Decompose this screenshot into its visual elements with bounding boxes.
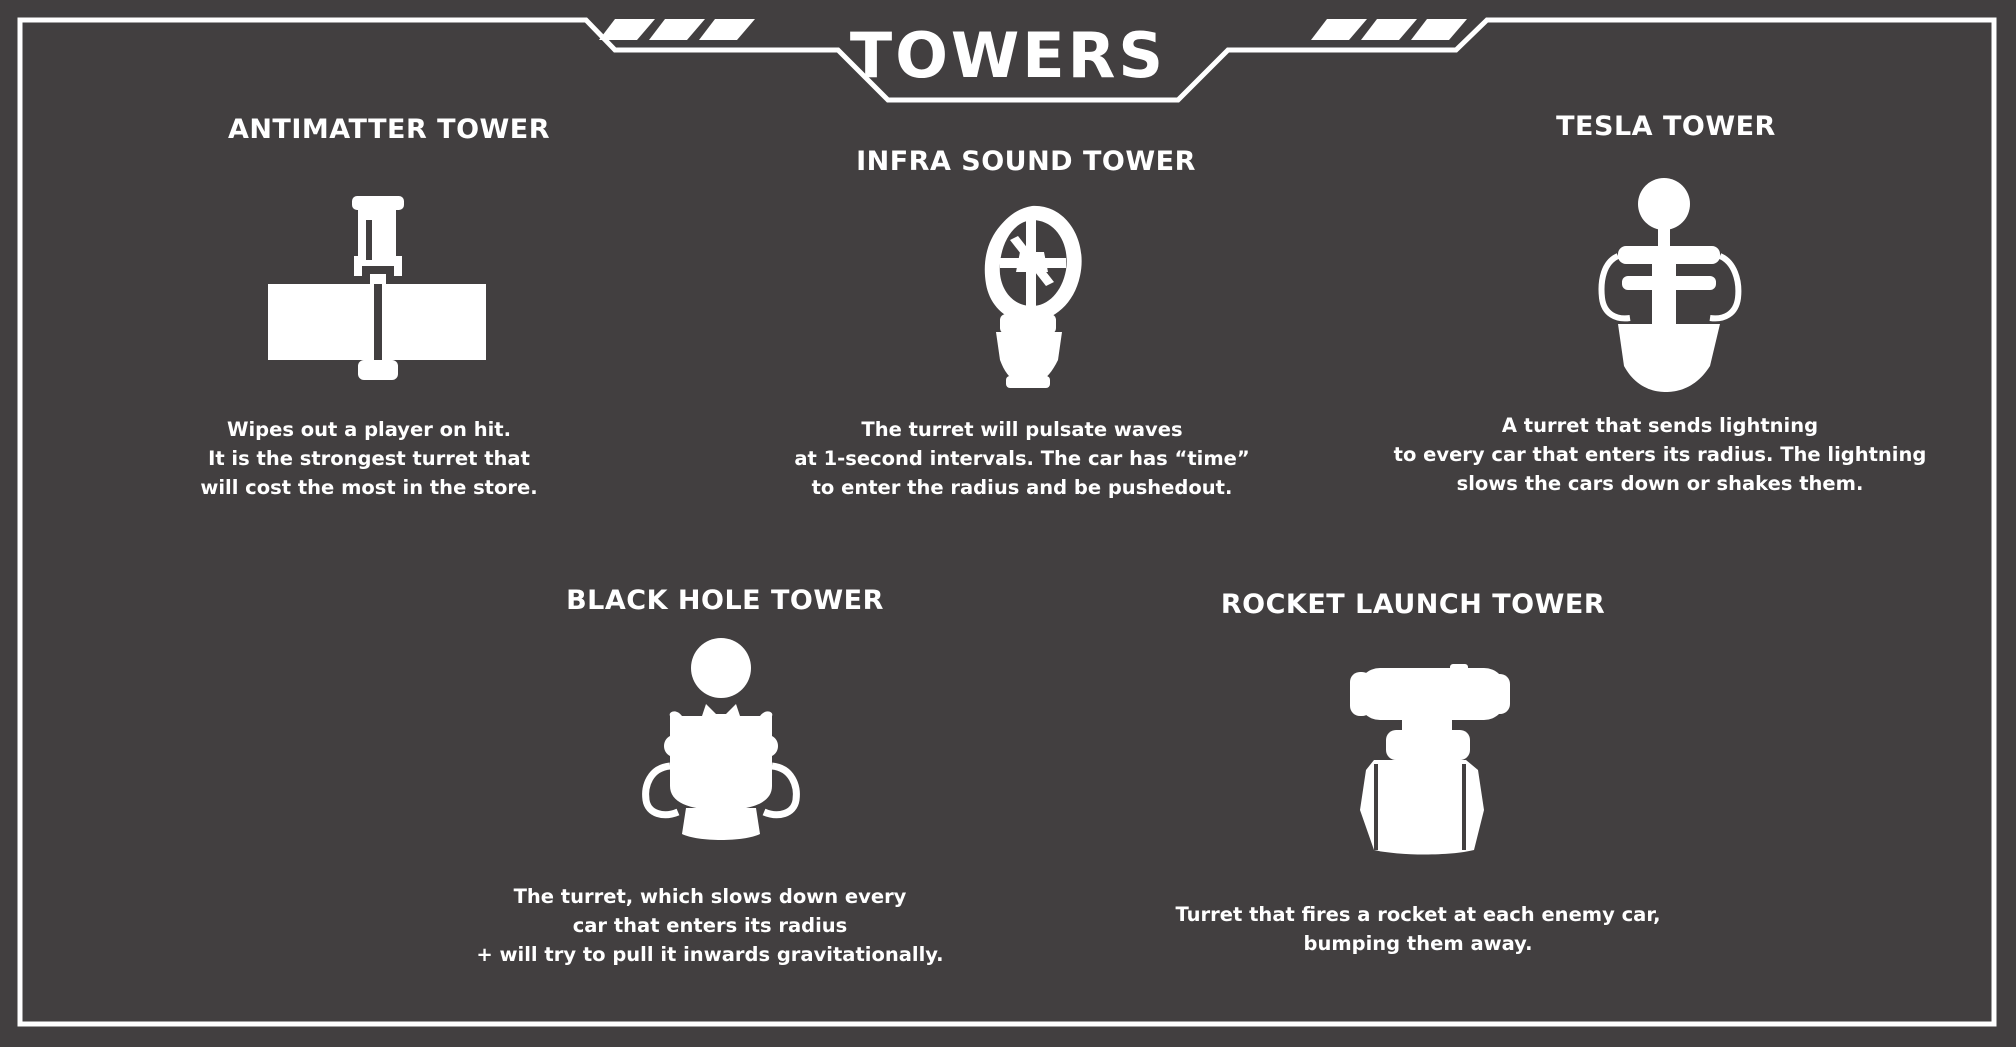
black-hole-tower-description: The turret, which slows down every car t…: [460, 882, 960, 969]
infra-sound-tower-description: The turret will pulsate waves at 1-secon…: [772, 415, 1272, 502]
description-line: + will try to pull it inwards gravitatio…: [476, 943, 944, 966]
description-line: Wipes out a player on hit.: [226, 418, 512, 441]
antimatter-tower-title: ANTIMATTER TOWER: [227, 114, 551, 145]
antimatter-tower-icon: [268, 196, 486, 380]
black-hole-tower-icon: [642, 638, 800, 840]
description-line: The turret will pulsate waves: [861, 418, 1183, 441]
description-line: bumping them away.: [1303, 932, 1533, 955]
rocket-launch-tower-title: ROCKET LAUNCH TOWER: [1220, 589, 1606, 620]
tesla-tower-title: TESLA TOWER: [1556, 111, 1776, 142]
description-line: at 1-second intervals. The car has “time…: [794, 447, 1250, 470]
rocket-launch-tower-icon: [1350, 664, 1510, 855]
description-line: slows the cars down or shakes them.: [1456, 472, 1864, 495]
description-line: to every car that enters its radius. The…: [1393, 443, 1927, 466]
description-line: The turret, which slows down every: [513, 885, 907, 908]
description-line: It is the strongest turret that: [208, 447, 530, 470]
rocket-launch-tower-description: Turret that fires a rocket at each enemy…: [1118, 900, 1718, 958]
description-line: A turret that sends lightning: [1501, 414, 1819, 437]
towers-screen: TOWERS ANTIMATTER TOWER Wipes out a play…: [0, 0, 2016, 1047]
infra-sound-tower-icon: [984, 205, 1082, 388]
tesla-tower-description: A turret that sends lightning to every c…: [1360, 411, 1960, 498]
description-line: to enter the radius and be pushedout.: [811, 476, 1233, 499]
description-line: will cost the most in the store.: [200, 476, 538, 499]
description-line: car that enters its radius: [572, 914, 848, 937]
description-line: Turret that fires a rocket at each enemy…: [1175, 903, 1661, 926]
tesla-tower-icon: [1598, 178, 1742, 392]
black-hole-tower-title: BLACK HOLE TOWER: [566, 585, 884, 616]
infra-sound-tower-title: INFRA SOUND TOWER: [856, 146, 1196, 177]
antimatter-tower-description: Wipes out a player on hit. It is the str…: [169, 415, 569, 502]
page-title: TOWERS: [849, 19, 1167, 92]
